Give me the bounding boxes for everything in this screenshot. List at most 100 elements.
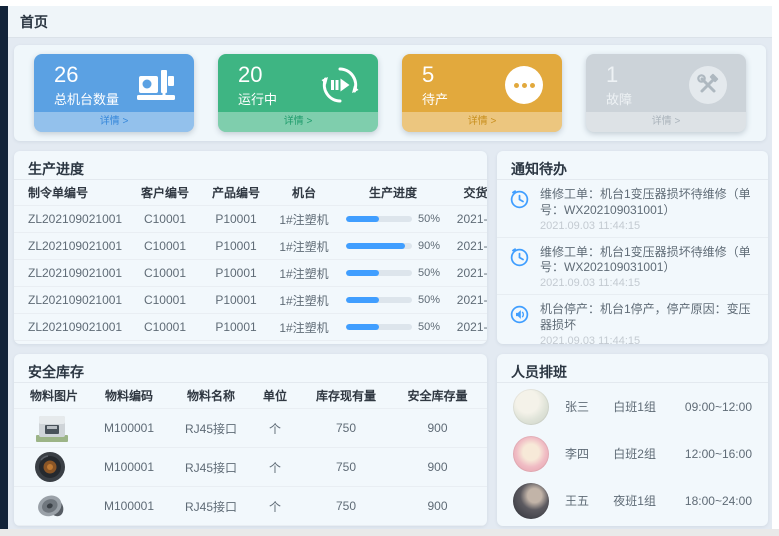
notification-time: 2021.09.03 11:44:15 — [540, 220, 758, 232]
delivery-date: 2021-09-10 — [450, 293, 487, 307]
person-row: 张三 白班1组 09:00~12:00 — [497, 383, 768, 430]
stock-qty: 750 — [298, 499, 394, 513]
material-name: RJ45接口 — [170, 459, 252, 476]
delivery-date: 2021-09-10 — [450, 239, 487, 253]
clock-icon — [509, 245, 531, 290]
table-row: M100001 RJ45接口 个 750 900 — [14, 487, 487, 526]
speaker-icon — [509, 302, 531, 344]
progress-label: 50% — [418, 321, 440, 333]
customer-no: C10001 — [130, 266, 200, 280]
delivery-date: 2021-09-10 — [450, 320, 487, 334]
material-code: M100001 — [88, 460, 170, 474]
progress-label: 90% — [418, 240, 440, 252]
person-row: 王五 夜班1组 18:00~24:00 — [497, 477, 768, 524]
panel-title: 安全库存 — [14, 354, 487, 383]
window-bottom-edge — [0, 529, 779, 536]
notification-text: 维修工单：机台1变压器损坏待维修（单号：WX202109031001） — [540, 187, 758, 219]
stat-value: 26 — [54, 63, 119, 87]
customer-no: C10001 — [130, 212, 200, 226]
card-detail-link[interactable]: 详情 > — [218, 112, 378, 132]
stock-qty: 750 — [298, 460, 394, 474]
col-image: 物料图片 — [20, 387, 88, 404]
notification-item[interactable]: 维修工单：机台1变压器损坏待维修（单号：WX202109031001） 2021… — [497, 180, 768, 238]
product-no: P10001 — [200, 320, 272, 334]
avatar — [513, 436, 549, 472]
table-header: 制令单编号 客户编号 产品编号 机台 生产进度 交货日期 — [14, 180, 487, 206]
unit: 个 — [252, 459, 298, 476]
table-row: ZL202109021001 C10001 P10001 1#注塑机 90% 2… — [14, 233, 487, 260]
round-speaker-image — [20, 451, 88, 483]
panel-title: 通知待办 — [497, 151, 768, 180]
customer-no: C10001 — [130, 320, 200, 334]
personnel-panel: 人员排班 张三 白班1组 09:00~12:00 李四 白班2组 12:00~1… — [497, 354, 768, 526]
material-code: M100001 — [88, 421, 170, 435]
notification-text: 机台停产：机台1停产，停产原因：变压器损坏 — [540, 302, 758, 334]
stat-value: 20 — [238, 63, 277, 87]
safety-qty: 900 — [394, 460, 481, 474]
progress-bar — [346, 270, 412, 276]
tab-home[interactable]: 首页 — [20, 12, 48, 32]
stat-card-waiting[interactable]: 5 待产 详情 > — [402, 54, 562, 132]
stat-value: 5 — [422, 63, 448, 87]
stock-qty: 750 — [298, 421, 394, 435]
progress-bar — [346, 297, 412, 303]
ellipsis-icon — [502, 63, 546, 107]
avatar — [513, 483, 549, 519]
machine-name: 1#注塑机 — [272, 211, 336, 228]
delivery-date: 2021-09-10 — [450, 212, 487, 226]
machine-name: 1#注塑机 — [272, 265, 336, 282]
product-no: P10001 — [200, 293, 272, 307]
safety-qty: 900 — [394, 499, 481, 513]
notification-text: 维修工单：机台1变压器损坏待维修（单号：WX202109031001） — [540, 245, 758, 277]
notifications-panel: 通知待办 维修工单：机台1变压器损坏待维修（单号：WX202109031001）… — [497, 151, 768, 344]
stat-card-fault[interactable]: 1 故障 详情 — [586, 54, 746, 132]
order-no: ZL202109021001 — [20, 266, 130, 280]
stat-value: 1 — [606, 63, 632, 87]
panel-title: 生产进度 — [14, 151, 487, 180]
notification-time: 2021.09.03 11:44:15 — [540, 277, 758, 289]
tab-bar: 首页 — [8, 6, 772, 38]
person-name: 王五 — [565, 492, 613, 509]
person-name: 李四 — [565, 445, 613, 462]
col-safety: 安全库存量 — [394, 387, 481, 404]
material-code: M100001 — [88, 499, 170, 513]
col-name: 物料名称 — [170, 387, 252, 404]
stat-card-running[interactable]: 20 运行中 — [218, 54, 378, 132]
safety-qty: 900 — [394, 421, 481, 435]
progress-label: 50% — [418, 213, 440, 225]
rj45-connector-image — [20, 413, 88, 444]
collapsed-sidebar — [0, 6, 8, 529]
stat-label: 故障 — [606, 89, 632, 108]
stat-label: 运行中 — [238, 89, 277, 108]
col-unit: 单位 — [252, 387, 298, 404]
table-row: ZL202109021001 C10001 P10001 1#注塑机 50% 2… — [14, 287, 487, 314]
stat-label: 总机台数量 — [54, 89, 119, 108]
stat-cards-panel: 26 总机台数量 详情 > — [14, 45, 766, 141]
product-no: P10001 — [200, 212, 272, 226]
machine-name: 1#注塑机 — [272, 238, 336, 255]
notification-item[interactable]: 机台停产：机台1停产，停产原因：变压器损坏 2021.09.03 11:44:1… — [497, 295, 768, 344]
table-row: ZL202109021001 C10001 P10001 1#注塑机 50% 2… — [14, 260, 487, 287]
notification-item[interactable]: 维修工单：机台1变压器损坏待维修（单号：WX202109031001） 2021… — [497, 238, 768, 296]
stat-card-total-machines[interactable]: 26 总机台数量 详情 > — [34, 54, 194, 132]
cone-speaker-image — [20, 490, 88, 522]
product-no: P10001 — [200, 266, 272, 280]
product-no: P10001 — [200, 239, 272, 253]
machine-icon — [134, 63, 178, 107]
customer-no: C10001 — [130, 293, 200, 307]
person-shift: 白班2组 — [613, 445, 685, 462]
person-name: 张三 — [565, 398, 613, 415]
card-detail-link[interactable]: 详情 > — [34, 112, 194, 132]
progress-bar — [346, 216, 412, 222]
table-row: ZL202109021001 C10001 P10001 1#注塑机 50% 2… — [14, 206, 487, 233]
card-detail-link[interactable]: 详情 > — [402, 112, 562, 132]
panel-title: 人员排班 — [497, 354, 768, 383]
card-detail-link[interactable]: 详情 > — [586, 112, 746, 132]
machine-name: 1#注塑机 — [272, 292, 336, 309]
table-row: M100001 RJ45接口 个 750 900 — [14, 409, 487, 448]
safety-stock-panel: 安全库存 物料图片 物料编码 物料名称 单位 库存现有量 安全库存量 — [14, 354, 487, 526]
order-no: ZL202109021001 — [20, 293, 130, 307]
col-order: 制令单编号 — [20, 184, 130, 201]
person-time: 12:00~16:00 — [685, 447, 752, 461]
col-stock: 库存现有量 — [298, 387, 394, 404]
